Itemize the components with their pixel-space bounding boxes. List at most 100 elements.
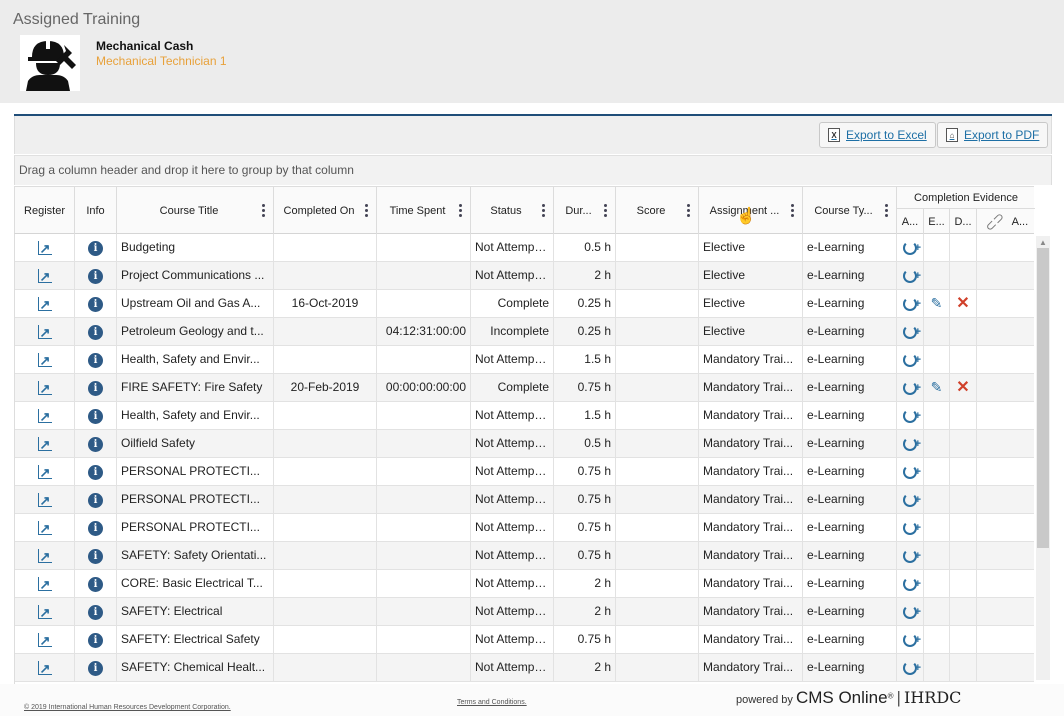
add-evidence-icon[interactable] <box>903 263 921 290</box>
info-icon[interactable]: i <box>88 241 103 256</box>
add-evidence-icon[interactable] <box>903 515 921 542</box>
table-row[interactable]: i FIRE SAFETY: Fire Safety20-Feb-201900:0… <box>15 374 1034 402</box>
table-row[interactable]: i Upstream Oil and Gas A...16-Oct-2019 Com… <box>15 290 1034 318</box>
table-row[interactable]: i SAFETY: Chemical Healt... Not Attempted2… <box>15 654 1034 682</box>
column-menu-icon[interactable] <box>604 204 607 217</box>
column-menu-icon[interactable] <box>885 204 888 217</box>
delete-icon[interactable]: ✕ <box>956 295 969 312</box>
external-link-icon[interactable] <box>37 627 52 654</box>
register-cell[interactable] <box>15 262 75 290</box>
info-icon[interactable]: i <box>88 437 103 452</box>
evidence-add-cell[interactable] <box>897 262 924 290</box>
external-link-icon[interactable] <box>37 347 52 374</box>
info-icon[interactable]: i <box>88 325 103 340</box>
external-link-icon[interactable] <box>37 263 52 290</box>
pencil-icon[interactable]: ✎ <box>931 295 943 311</box>
delete-icon[interactable]: ✕ <box>956 379 969 396</box>
column-header-time-spent[interactable]: Time Spent <box>377 187 471 235</box>
evidence-add-cell[interactable] <box>897 346 924 374</box>
table-row[interactable]: i Budgeting Not Attempted0.5 h Electivee-Le… <box>15 234 1034 262</box>
table-row[interactable]: i Health, Safety and Envir... Not Attempte… <box>15 402 1034 430</box>
info-icon[interactable]: i <box>88 297 103 312</box>
register-cell[interactable] <box>15 626 75 654</box>
info-cell[interactable]: i <box>75 318 117 346</box>
register-cell[interactable] <box>15 486 75 514</box>
info-icon[interactable]: i <box>88 549 103 564</box>
evidence-add-cell[interactable] <box>897 570 924 598</box>
column-menu-icon[interactable] <box>791 204 794 217</box>
evidence-add-cell[interactable] <box>897 402 924 430</box>
table-row[interactable]: i SAFETY: Electrical Not Attempted2 h Manda… <box>15 598 1034 626</box>
add-evidence-icon[interactable] <box>903 599 921 626</box>
info-icon[interactable]: i <box>88 409 103 424</box>
column-header-completed-on[interactable]: Completed On <box>274 187 377 235</box>
info-icon[interactable]: i <box>88 521 103 536</box>
register-cell[interactable] <box>15 318 75 346</box>
column-header-ce-attachment[interactable]: ⊂⊃ A... <box>977 209 1035 235</box>
column-menu-icon[interactable] <box>365 204 368 217</box>
evidence-edit-cell[interactable]: ✎ <box>924 290 950 318</box>
evidence-add-cell[interactable] <box>897 542 924 570</box>
register-cell[interactable] <box>15 346 75 374</box>
register-cell[interactable] <box>15 402 75 430</box>
table-row[interactable]: i Project Communications ... Not Attempted… <box>15 262 1034 290</box>
add-evidence-icon[interactable] <box>903 375 921 402</box>
column-menu-icon[interactable] <box>687 204 690 217</box>
column-menu-icon[interactable] <box>262 204 265 217</box>
evidence-add-cell[interactable] <box>897 598 924 626</box>
register-cell[interactable] <box>15 458 75 486</box>
register-cell[interactable] <box>15 290 75 318</box>
evidence-add-cell[interactable] <box>897 374 924 402</box>
info-icon[interactable]: i <box>88 269 103 284</box>
column-menu-icon[interactable] <box>459 204 462 217</box>
column-header-score[interactable]: Score <box>616 187 699 235</box>
scroll-up-arrow-icon[interactable]: ▲ <box>1039 238 1047 247</box>
table-row[interactable]: i PERSONAL PROTECTI... Not Attempted0.75 h… <box>15 458 1034 486</box>
info-cell[interactable]: i <box>75 570 117 598</box>
vertical-scrollbar[interactable]: ▲ <box>1036 236 1050 680</box>
column-header-course-title[interactable]: Course Title <box>117 187 274 235</box>
pencil-icon[interactable]: ✎ <box>931 379 943 395</box>
external-link-icon[interactable] <box>37 291 52 318</box>
column-header-info[interactable]: Info <box>75 187 117 235</box>
column-menu-icon[interactable] <box>542 204 545 217</box>
export-excel-button[interactable]: X Export to Excel <box>819 122 936 148</box>
table-row[interactable]: i PERSONAL PROTECTI... Not Attempted0.75 h… <box>15 514 1034 542</box>
add-evidence-icon[interactable] <box>903 627 921 654</box>
info-icon[interactable]: i <box>88 633 103 648</box>
info-cell[interactable]: i <box>75 458 117 486</box>
external-link-icon[interactable] <box>37 403 52 430</box>
evidence-delete-cell[interactable]: ✕ <box>950 290 977 318</box>
evidence-add-cell[interactable] <box>897 486 924 514</box>
info-cell[interactable]: i <box>75 402 117 430</box>
info-icon[interactable]: i <box>88 493 103 508</box>
external-link-icon[interactable] <box>37 459 52 486</box>
export-pdf-button[interactable]: ⌂ Export to PDF <box>937 122 1049 148</box>
info-icon[interactable]: i <box>88 577 103 592</box>
info-cell[interactable]: i <box>75 486 117 514</box>
info-cell[interactable]: i <box>75 430 117 458</box>
info-cell[interactable]: i <box>75 654 117 682</box>
evidence-add-cell[interactable] <box>897 430 924 458</box>
column-header-duration[interactable]: Dur... <box>554 187 616 235</box>
info-cell[interactable]: i <box>75 542 117 570</box>
table-row[interactable]: i SAFETY: Electrical Safety Not Attempted0… <box>15 626 1034 654</box>
info-icon[interactable]: i <box>88 661 103 676</box>
info-cell[interactable]: i <box>75 514 117 542</box>
external-link-icon[interactable] <box>37 487 52 514</box>
add-evidence-icon[interactable] <box>903 543 921 570</box>
external-link-icon[interactable] <box>37 235 52 262</box>
evidence-add-cell[interactable] <box>897 290 924 318</box>
table-row[interactable]: i PERSONAL PROTECTI... Not Attempted0.75 h… <box>15 486 1034 514</box>
add-evidence-icon[interactable] <box>903 571 921 598</box>
info-icon[interactable]: i <box>88 605 103 620</box>
external-link-icon[interactable] <box>37 319 52 346</box>
table-row[interactable]: i SAFETY: Safety Orientati... Not Attempte… <box>15 542 1034 570</box>
add-evidence-icon[interactable] <box>903 235 921 262</box>
table-row[interactable]: i CORE: Basic Electrical T... Not Attempte… <box>15 570 1034 598</box>
table-row[interactable]: i Petroleum Geology and t... 04:12:31:00:0… <box>15 318 1034 346</box>
column-header-ce-delete[interactable]: D... <box>950 209 977 235</box>
info-cell[interactable]: i <box>75 234 117 262</box>
add-evidence-icon[interactable] <box>903 319 921 346</box>
add-evidence-icon[interactable] <box>903 403 921 430</box>
